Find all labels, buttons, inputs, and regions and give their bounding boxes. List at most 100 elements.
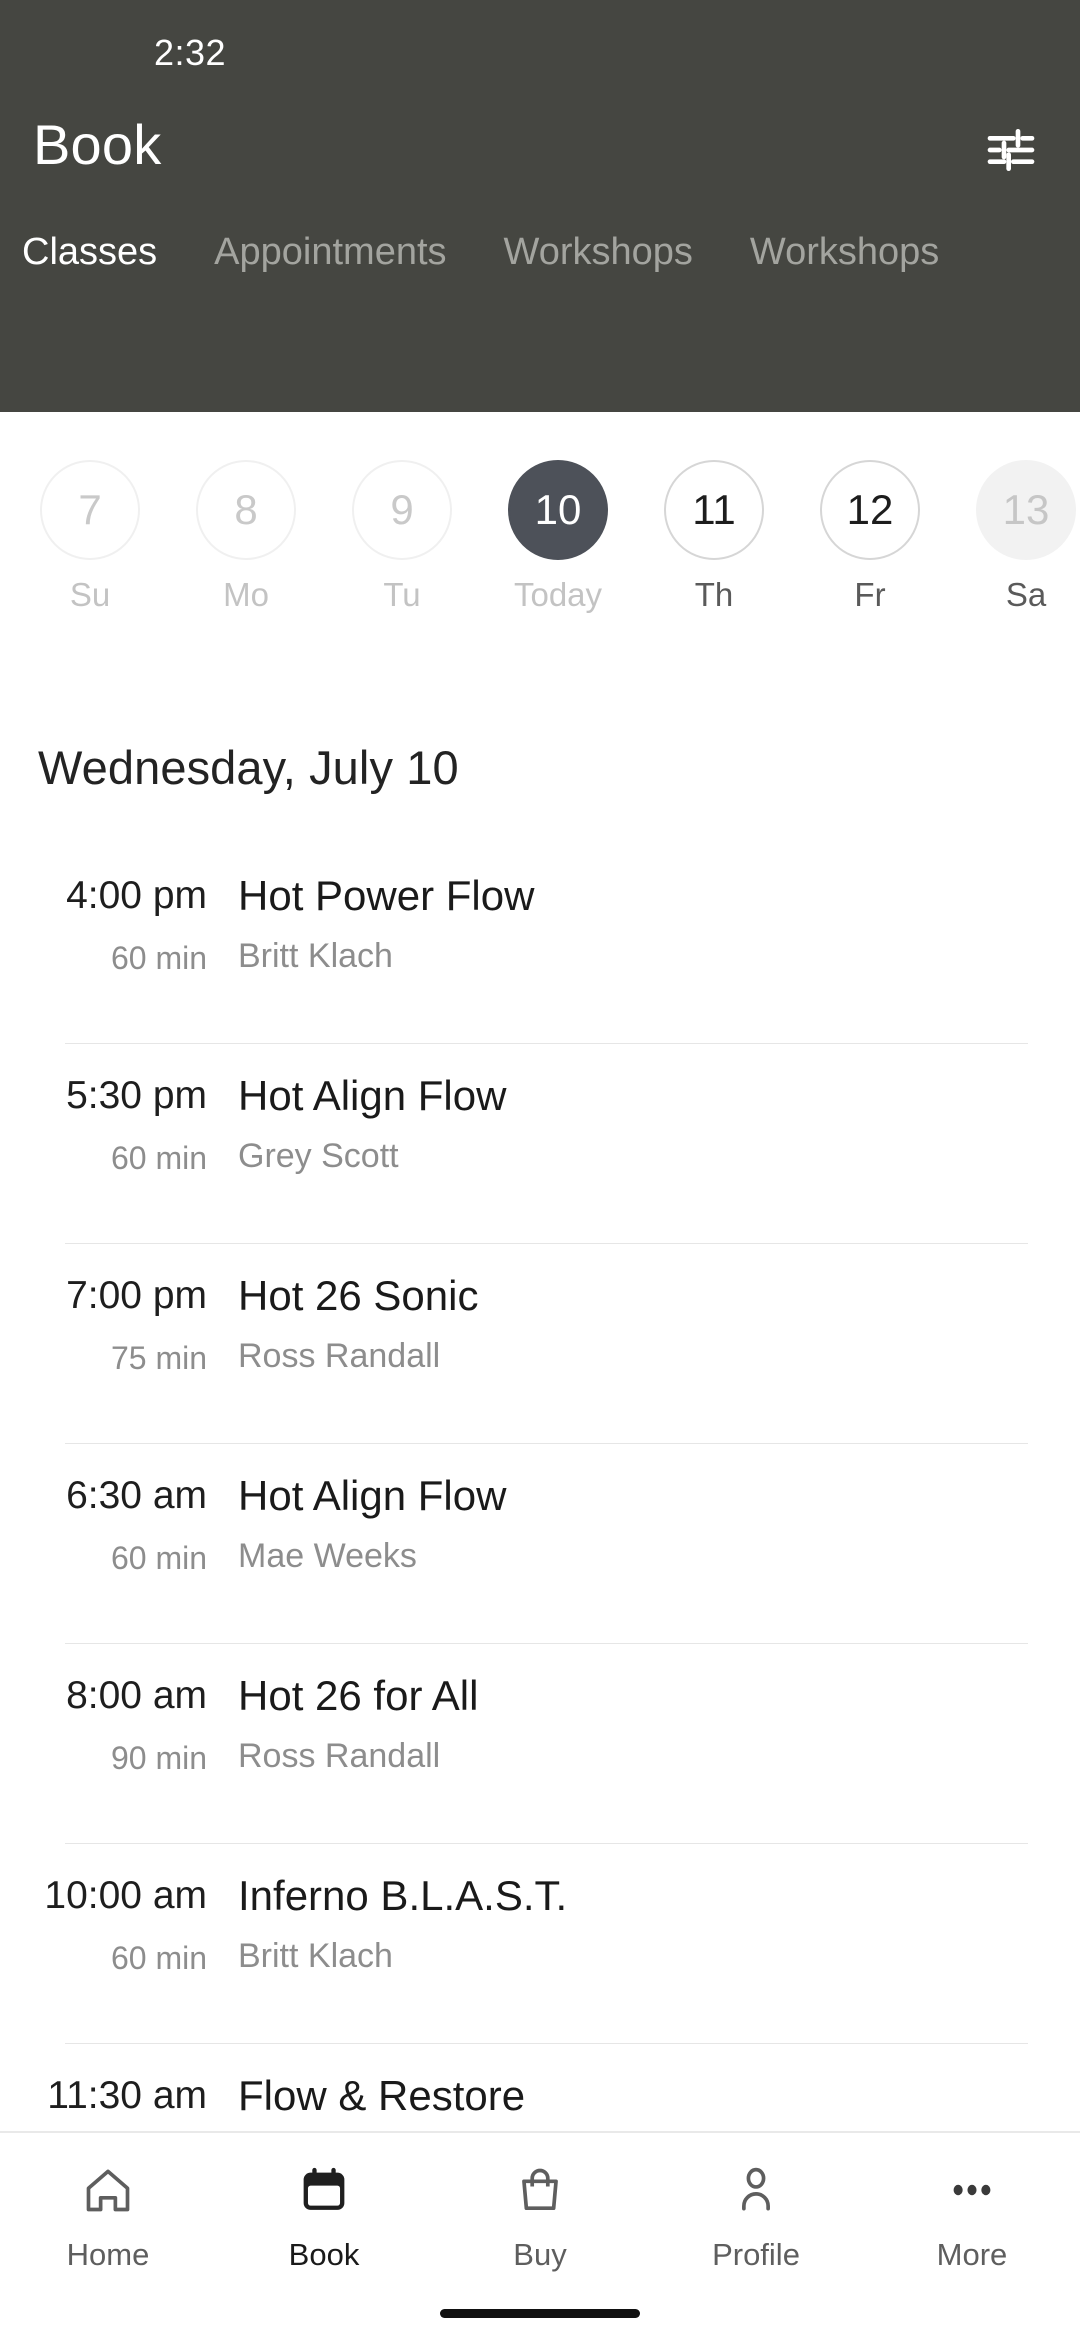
- tune-filter-icon: [983, 122, 1039, 181]
- date-weekday-label: Th: [694, 576, 734, 613]
- status-bar: 2:32: [0, 0, 1080, 100]
- class-duration: 60 min: [110, 1939, 207, 1976]
- nav-item-book[interactable]: Book: [216, 2157, 432, 2273]
- class-row[interactable]: 10:00 am 60 min Inferno B.L.A.S.T. Britt Kl…: [0, 1843, 1080, 2043]
- class-start-time: 7:00 pm: [66, 1274, 207, 1317]
- class-duration: 60 min: [110, 1139, 207, 1176]
- status-bar-clock: 2:32: [154, 32, 227, 73]
- class-start-time: 8:00 am: [66, 1674, 207, 1717]
- date-number: 11: [664, 460, 764, 560]
- date-weekday-label: Today: [513, 576, 603, 613]
- date-weekday-label: Su: [69, 576, 111, 613]
- tab-workshops-3[interactable]: Workshops: [750, 231, 939, 274]
- date-number: 13: [976, 460, 1076, 560]
- class-time-column: 11:30 am: [0, 2073, 225, 2118]
- class-info-column: Flow & Restore: [225, 2072, 1080, 2119]
- class-time-column: 6:30 am 60 min: [0, 1473, 225, 1577]
- date-strip[interactable]: 7 Su 8 Mo 9 Tu 10 Today 11 Th 12 Fr 13 Sa: [0, 412, 1080, 662]
- class-row[interactable]: 6:30 am 60 min Hot Align Flow Mae Weeks: [0, 1443, 1080, 1643]
- bag-icon: [514, 2157, 566, 2223]
- date-cell-7[interactable]: 7 Su: [12, 460, 168, 614]
- class-name: Hot Align Flow: [238, 1472, 507, 1519]
- class-row[interactable]: 11:30 am Flow & Restore: [0, 2043, 1080, 2131]
- class-time-column: 5:30 pm 60 min: [0, 1073, 225, 1177]
- nav-item-label: Book: [288, 2237, 360, 2272]
- class-row[interactable]: 4:00 pm 60 min Hot Power Flow Britt Klach: [0, 843, 1080, 1043]
- class-instructor: Ross Randall: [238, 1737, 441, 1776]
- nav-item-label: Buy: [513, 2237, 567, 2272]
- date-number: 9: [352, 460, 452, 560]
- date-cell-9[interactable]: 9 Tu: [324, 460, 480, 614]
- app-header: 2:32 Book Classes Appointments Workshops…: [0, 0, 1080, 412]
- class-time-column: 10:00 am 60 min: [0, 1873, 225, 1977]
- date-cell-12[interactable]: 12 Fr: [792, 460, 948, 614]
- section-tabs: Classes Appointments Workshops Workshops: [0, 206, 1080, 412]
- date-cell-13[interactable]: 13 Sa: [948, 460, 1080, 614]
- date-number: 7: [40, 460, 140, 560]
- class-info-column: Inferno B.L.A.S.T. Britt Klach: [225, 1872, 1080, 1976]
- tab-appointments-1[interactable]: Appointments: [214, 231, 446, 274]
- class-time-column: 4:00 pm 60 min: [0, 873, 225, 977]
- row-divider: [65, 1043, 1028, 1044]
- person-icon: [730, 2157, 782, 2223]
- class-start-time: 4:00 pm: [66, 874, 207, 917]
- class-info-column: Hot Power Flow Britt Klach: [225, 872, 1080, 976]
- class-name: Flow & Restore: [238, 2072, 526, 2119]
- date-number: 10: [508, 460, 608, 560]
- class-start-time: 11:30 am: [47, 2074, 207, 2117]
- date-number: 12: [820, 460, 920, 560]
- date-weekday-label: Mo: [223, 576, 269, 613]
- class-start-time: 6:30 am: [66, 1474, 207, 1517]
- class-name: Hot Align Flow: [238, 1072, 507, 1119]
- class-duration: 60 min: [110, 939, 207, 976]
- app-screen: 2:32 Book Classes Appointments Workshops…: [0, 0, 1080, 2340]
- class-instructor: Ross Randall: [238, 1337, 441, 1376]
- nav-item-more[interactable]: More: [864, 2157, 1080, 2273]
- title-bar: Book: [0, 100, 1080, 206]
- row-divider: [65, 1443, 1028, 1444]
- class-start-time: 5:30 pm: [66, 1074, 207, 1117]
- nav-item-profile[interactable]: Profile: [648, 2157, 864, 2273]
- date-weekday-label: Fr: [854, 576, 886, 613]
- class-start-time: 10:00 am: [44, 1874, 207, 1917]
- row-divider: [65, 1843, 1028, 1844]
- class-name: Hot 26 Sonic: [238, 1272, 479, 1319]
- class-instructor: Mae Weeks: [238, 1537, 417, 1576]
- calendar-icon: [298, 2157, 350, 2223]
- class-instructor: Britt Klach: [238, 937, 393, 976]
- row-divider: [65, 1243, 1028, 1244]
- page-title: Book: [33, 113, 162, 176]
- tab-workshops-2[interactable]: Workshops: [504, 231, 693, 274]
- tab-classes-0[interactable]: Classes: [22, 231, 157, 274]
- class-row[interactable]: 8:00 am 90 min Hot 26 for All Ross Randall: [0, 1643, 1080, 1843]
- date-number: 8: [196, 460, 296, 560]
- row-divider: [65, 1643, 1028, 1644]
- class-name: Hot Power Flow: [238, 872, 535, 919]
- date-cell-10[interactable]: 10 Today: [480, 460, 636, 614]
- class-name: Inferno B.L.A.S.T.: [238, 1872, 568, 1919]
- class-list: 4:00 pm 60 min Hot Power Flow Britt Klach 5:…: [0, 843, 1080, 2131]
- class-duration: 75 min: [110, 1339, 207, 1376]
- date-cell-8[interactable]: 8 Mo: [168, 460, 324, 614]
- filter-button[interactable]: [974, 114, 1048, 188]
- nav-item-buy[interactable]: Buy: [432, 2157, 648, 2273]
- date-weekday-label: Sa: [1005, 576, 1047, 613]
- class-instructor: Grey Scott: [238, 1137, 399, 1176]
- class-name: Hot 26 for All: [238, 1672, 479, 1719]
- class-info-column: Hot Align Flow Mae Weeks: [225, 1472, 1080, 1576]
- date-weekday-label: Tu: [383, 576, 421, 613]
- class-instructor: Britt Klach: [238, 1937, 393, 1976]
- class-info-column: Hot Align Flow Grey Scott: [225, 1072, 1080, 1176]
- home-indicator: [440, 2309, 640, 2318]
- class-info-column: Hot 26 Sonic Ross Randall: [225, 1272, 1080, 1376]
- ellipsis-icon: [946, 2157, 998, 2223]
- class-row[interactable]: 5:30 pm 60 min Hot Align Flow Grey Scott: [0, 1043, 1080, 1243]
- home-icon: [82, 2157, 134, 2223]
- nav-item-label: More: [936, 2237, 1008, 2272]
- nav-item-label: Home: [66, 2237, 150, 2272]
- date-cell-11[interactable]: 11 Th: [636, 460, 792, 614]
- nav-item-home[interactable]: Home: [0, 2157, 216, 2273]
- row-divider: [65, 2043, 1028, 2044]
- class-row[interactable]: 7:00 pm 75 min Hot 26 Sonic Ross Randall: [0, 1243, 1080, 1443]
- class-time-column: 7:00 pm 75 min: [0, 1273, 225, 1377]
